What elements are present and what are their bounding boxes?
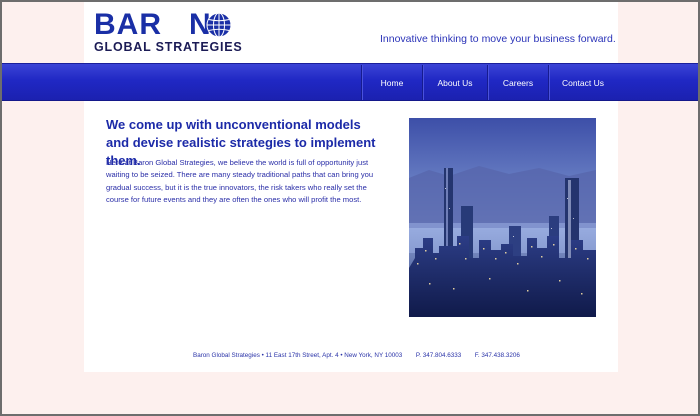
main-navigation: Home About Us Careers Contact Us (0, 63, 700, 101)
tagline: Innovative thinking to move your busines… (380, 33, 616, 45)
nav-home[interactable]: Home (362, 64, 422, 101)
footer-address: Baron Global Strategies • 11 East 17th S… (193, 352, 403, 359)
logo-wordmark: BAR N (94, 8, 212, 41)
intro-paragraph: Here at Baron Global Strategies, we beli… (106, 158, 374, 204)
nav-contact-us[interactable]: Contact Us (549, 64, 617, 101)
baron-logo[interactable]: BAR N GLOBAL STRATEGIES (94, 8, 244, 55)
nav-about-us[interactable]: About Us (423, 64, 487, 101)
nav-careers[interactable]: Careers (488, 64, 548, 101)
logo-subtitle: GLOBAL STRATEGIES (94, 40, 243, 54)
site-footer: Baron Global Strategies • 11 East 17th S… (193, 352, 523, 359)
footer-fax: F. 347.438.3206 (474, 352, 520, 359)
globe-icon (206, 12, 232, 38)
city-skyline-image (409, 118, 596, 317)
footer-phone: P. 347.804.6333 (415, 352, 462, 359)
